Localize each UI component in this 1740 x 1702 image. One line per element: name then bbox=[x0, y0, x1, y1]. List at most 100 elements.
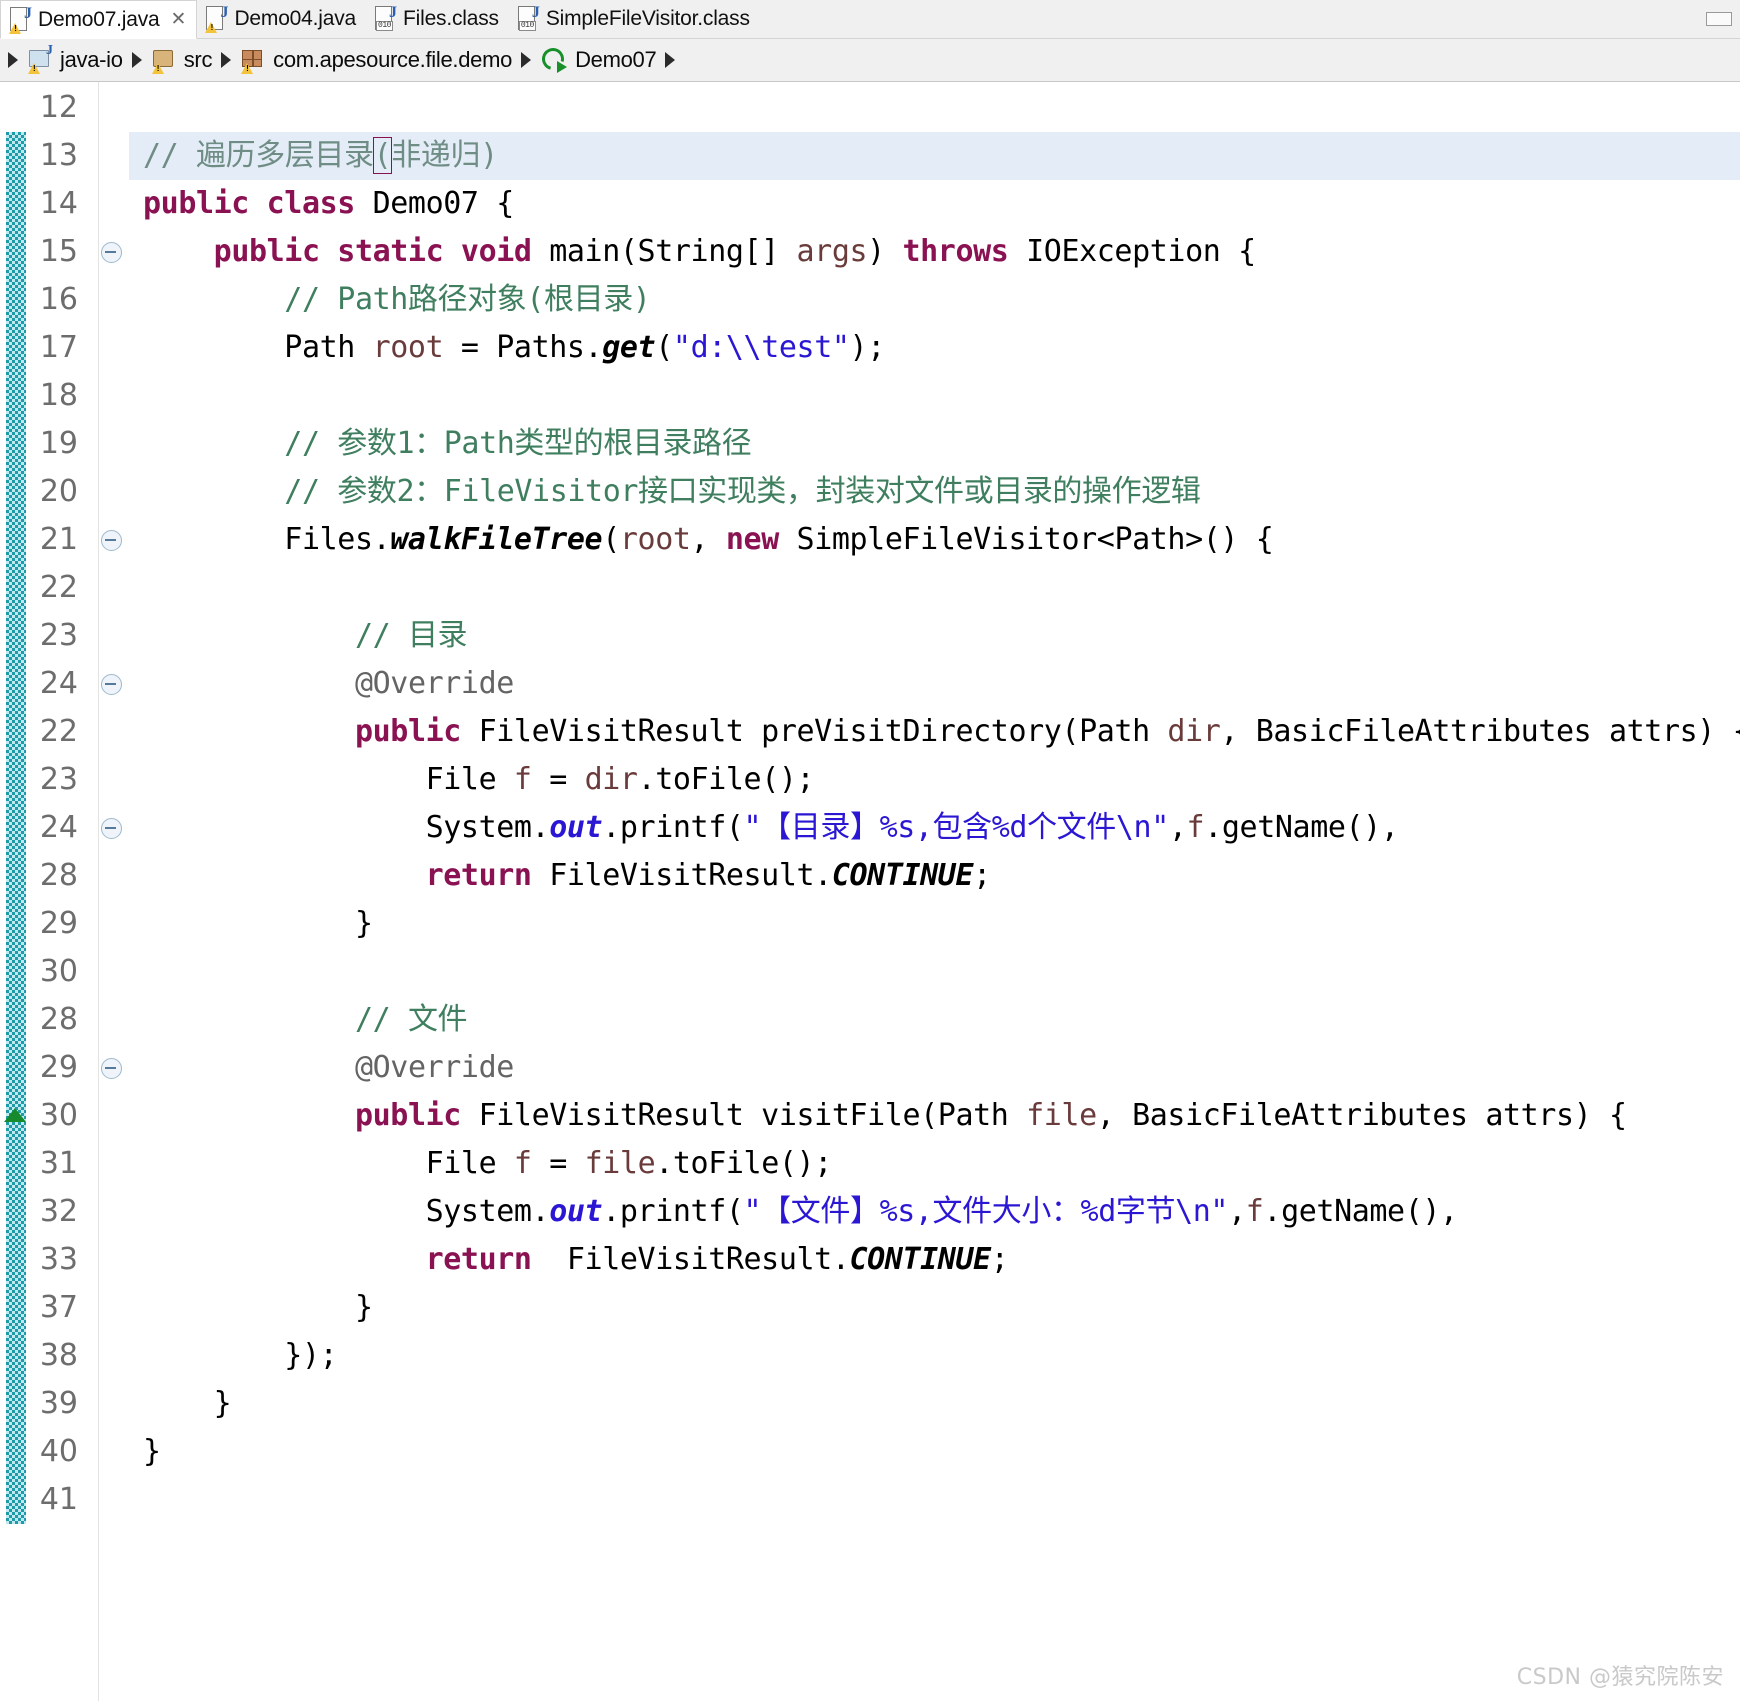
overview-up-arrow-icon[interactable] bbox=[4, 1108, 26, 1122]
code-token: = bbox=[531, 1146, 585, 1181]
code-token: , BasicFileAttributes attrs) { bbox=[1096, 1098, 1627, 1133]
line-number: 14 bbox=[39, 186, 78, 221]
fold-collapse-icon[interactable] bbox=[101, 818, 122, 839]
breadcrumb-item-package[interactable]: ! com.apesource.file.demo bbox=[240, 47, 513, 74]
source-folder-icon: ! bbox=[151, 47, 177, 74]
code-token: } bbox=[143, 906, 373, 941]
fold-collapse-icon[interactable] bbox=[101, 674, 122, 695]
code-line[interactable]: @Override bbox=[129, 660, 1740, 708]
code-token: Path bbox=[143, 330, 373, 365]
code-token: CONTINUE bbox=[831, 858, 974, 893]
code-token: // 参数1：Path类型的根目录路径 bbox=[284, 426, 752, 461]
code-token: ) bbox=[867, 234, 903, 269]
code-line[interactable] bbox=[129, 84, 1740, 132]
fold-collapse-icon[interactable] bbox=[101, 242, 122, 263]
chevron-right-icon bbox=[131, 52, 142, 68]
fold-collapse-icon[interactable] bbox=[101, 530, 122, 551]
code-line[interactable]: } bbox=[129, 1428, 1740, 1476]
code-line[interactable] bbox=[129, 564, 1740, 612]
code-line[interactable]: return FileVisitResult.CONTINUE; bbox=[129, 1236, 1740, 1284]
code-line[interactable] bbox=[129, 1476, 1740, 1524]
breadcrumb-item-src[interactable]: ! src bbox=[151, 47, 212, 74]
java-class-icon: J 010 bbox=[517, 5, 540, 32]
code-line[interactable]: }); bbox=[129, 1332, 1740, 1380]
line-number: 20 bbox=[39, 474, 78, 509]
code-line[interactable]: // Path路径对象(根目录) bbox=[129, 276, 1740, 324]
code-token: = bbox=[531, 762, 585, 797]
code-token: .getName(), bbox=[1263, 1194, 1458, 1229]
code-line[interactable]: Files.walkFileTree(root, new SimpleFileV… bbox=[129, 516, 1740, 564]
code-line[interactable]: // 文件 bbox=[129, 996, 1740, 1044]
code-line[interactable]: System.out.printf("【目录】%s,包含%d个文件\n",f.g… bbox=[129, 804, 1740, 852]
code-token: System. bbox=[143, 1194, 550, 1229]
code-token: public bbox=[354, 1098, 479, 1133]
source-editor[interactable]: 12 13 14 15 16 17 18 19 20 21 22 23 24 22 23 24 28 29 30 28… bbox=[0, 82, 1740, 1701]
code-line[interactable]: } bbox=[129, 1380, 1740, 1428]
code-token: throws bbox=[902, 234, 1027, 269]
breadcrumb-label: com.apesource.file.demo bbox=[273, 47, 513, 72]
line-number: 38 bbox=[39, 1338, 78, 1373]
code-line[interactable]: public FileVisitResult visitFile(Path fi… bbox=[129, 1092, 1740, 1140]
code-line[interactable]: return FileVisitResult.CONTINUE; bbox=[129, 852, 1740, 900]
code-token: ); bbox=[849, 330, 886, 365]
code-token: IOException { bbox=[1026, 234, 1256, 269]
code-line[interactable]: } bbox=[129, 1284, 1740, 1332]
line-number: 24 bbox=[39, 666, 78, 701]
editor-tab-files-class[interactable]: J 010 Files.class bbox=[366, 0, 509, 38]
editor-tab-demo04-java[interactable]: J ! Demo04.java bbox=[197, 0, 366, 38]
breadcrumb: J! java-io ! src ! com.apesource.file.de… bbox=[0, 39, 1740, 82]
code-token: public static void bbox=[213, 234, 550, 269]
code-token: FileVisitResult. bbox=[549, 1242, 850, 1277]
line-number: 19 bbox=[39, 426, 78, 461]
code-line[interactable]: // 目录 bbox=[129, 612, 1740, 660]
code-token: .printf( bbox=[602, 1194, 744, 1229]
java-project-icon: J! bbox=[27, 44, 53, 74]
code-token: out bbox=[549, 1194, 603, 1229]
code-line[interactable]: public class Demo07 { bbox=[129, 180, 1740, 228]
code-token: file bbox=[584, 1146, 656, 1181]
code-line[interactable]: } bbox=[129, 900, 1740, 948]
code-line[interactable]: File f = file.toFile(); bbox=[129, 1140, 1740, 1188]
editor-tab-demo07-java[interactable]: J ! Demo07.java ✕ bbox=[0, 0, 198, 39]
code-token: new bbox=[725, 522, 797, 557]
code-line[interactable]: // 遍历多层目录(非递归) bbox=[129, 132, 1740, 180]
code-line[interactable]: public FileVisitResult preVisitDirectory… bbox=[129, 708, 1740, 756]
breadcrumb-item-demo07[interactable]: Demo07 bbox=[538, 43, 657, 75]
folding-ruler[interactable] bbox=[99, 82, 129, 1701]
code-token: public class bbox=[143, 186, 373, 221]
editor-tab-simplefilevisitor-class[interactable]: J 010 SimpleFileVisitor.class bbox=[509, 0, 760, 38]
line-number: 12 bbox=[39, 90, 78, 125]
code-token: = Paths. bbox=[443, 330, 603, 365]
code-token: Demo07 { bbox=[372, 186, 515, 221]
code-token: } bbox=[143, 1386, 232, 1421]
code-line[interactable]: public static void main(String[] args) t… bbox=[129, 228, 1740, 276]
code-line[interactable] bbox=[129, 372, 1740, 420]
code-line[interactable] bbox=[129, 948, 1740, 996]
line-number: 18 bbox=[39, 378, 78, 413]
fold-collapse-icon[interactable] bbox=[101, 1058, 122, 1079]
line-number: 28 bbox=[39, 1002, 78, 1037]
line-number: 30 bbox=[39, 954, 78, 989]
breadcrumb-item-java-io[interactable]: J! java-io bbox=[27, 44, 123, 74]
code-token: 非递归) bbox=[391, 138, 498, 173]
code-area[interactable]: // 遍历多层目录(非递归) public class Demo07 { publ… bbox=[129, 82, 1740, 1701]
close-icon[interactable]: ✕ bbox=[171, 8, 187, 31]
code-line[interactable]: // 参数1：Path类型的根目录路径 bbox=[129, 420, 1740, 468]
code-token: ( bbox=[655, 330, 673, 365]
restore-editor-button[interactable] bbox=[1706, 12, 1732, 26]
code-line[interactable]: // 参数2：FileVisitor接口实现类，封装对文件或目录的操作逻辑 bbox=[129, 468, 1740, 516]
code-line[interactable]: File f = dir.toFile(); bbox=[129, 756, 1740, 804]
code-line[interactable]: Path root = Paths.get("d:\\test"); bbox=[129, 324, 1740, 372]
code-token: FileVisitResult. bbox=[549, 858, 832, 893]
code-token: return bbox=[425, 858, 550, 893]
editor-tab-bar: J ! Demo07.java ✕ J ! Demo04.java J 010 … bbox=[0, 0, 1740, 39]
code-token: walkFileTree bbox=[390, 522, 603, 557]
editor-tab-label: SimpleFileVisitor.class bbox=[545, 7, 750, 30]
code-token: "【文件】%s,文件大小：%d字节\n" bbox=[743, 1194, 1229, 1229]
code-line[interactable]: @Override bbox=[129, 1044, 1740, 1092]
code-token: , bbox=[1168, 810, 1187, 845]
code-line[interactable]: System.out.printf("【文件】%s,文件大小：%d字节\n",f… bbox=[129, 1188, 1740, 1236]
